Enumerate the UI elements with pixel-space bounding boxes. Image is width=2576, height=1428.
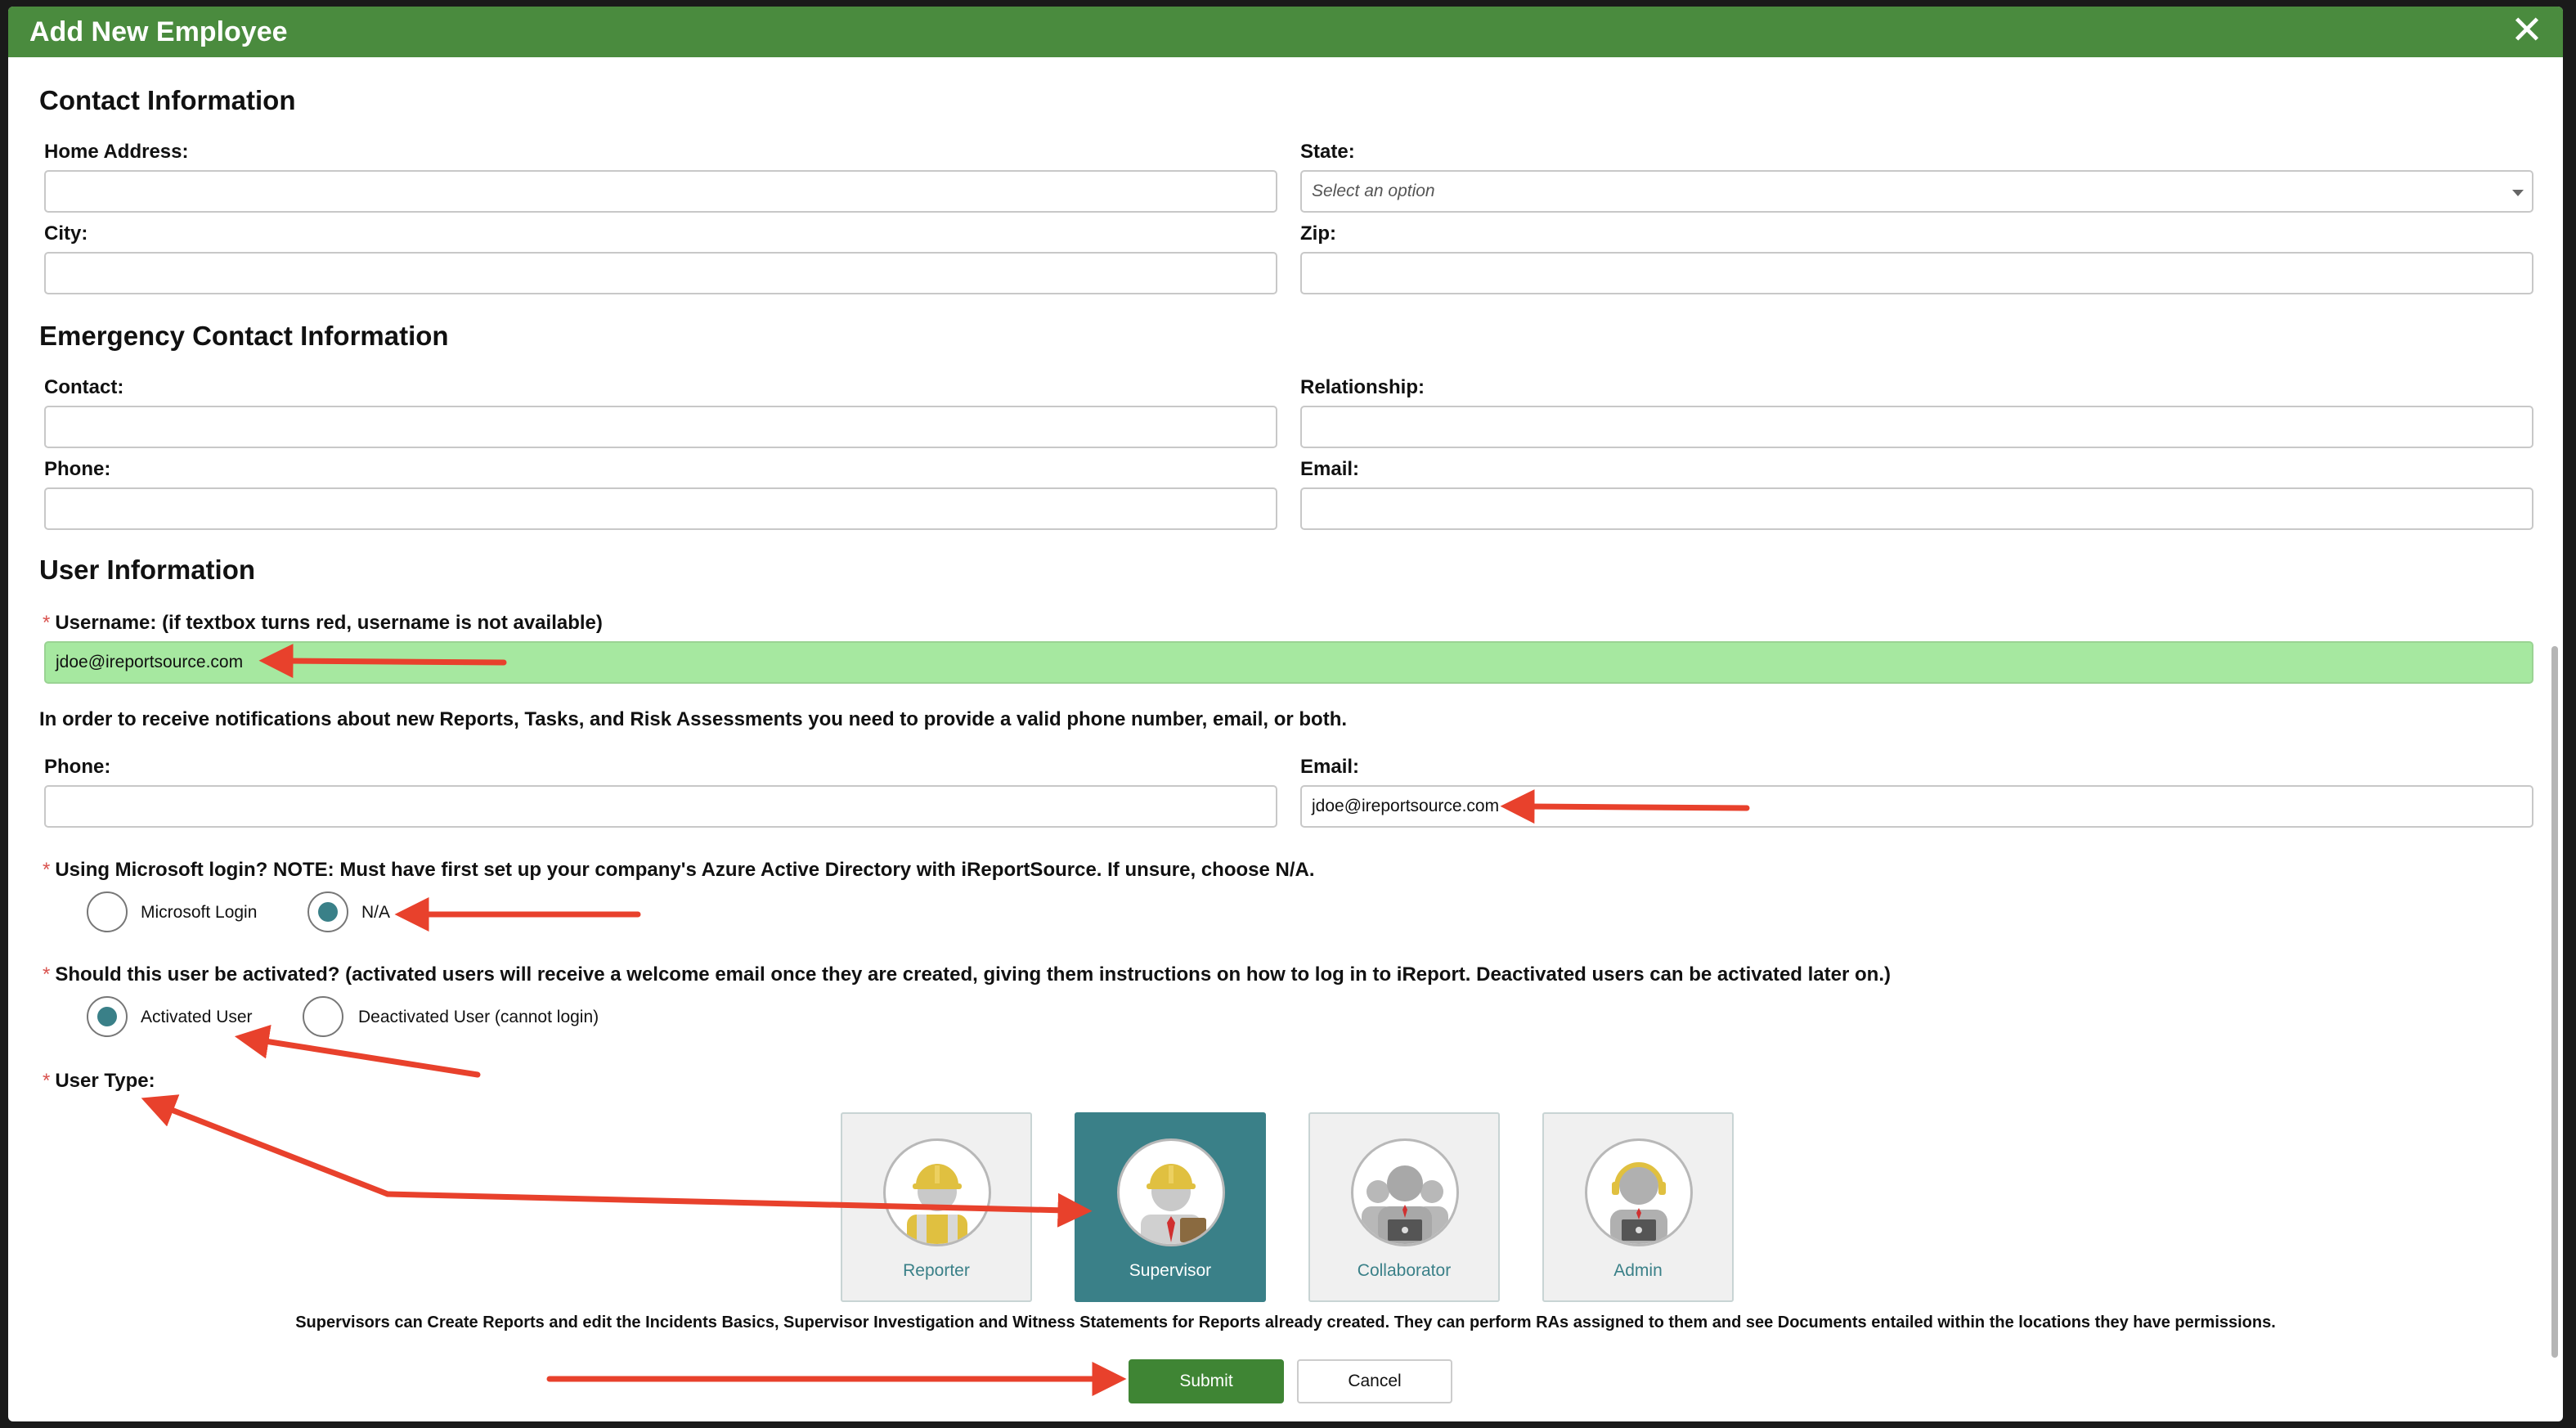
- username-label: * Username: (if textbox turns red, userna…: [43, 612, 603, 634]
- activated-user-label: Activated User: [141, 1008, 253, 1026]
- close-icon[interactable]: ✕: [2507, 11, 2547, 51]
- activated-user-radio[interactable]: [87, 996, 128, 1037]
- emergency-section-title: Emergency Contact Information: [39, 321, 449, 351]
- state-select-value: Select an option: [1312, 182, 1435, 200]
- user-type-label-collaborator: Collaborator: [1357, 1261, 1452, 1280]
- emergency-contact-input[interactable]: [44, 406, 1277, 448]
- hardhat-worker-icon: [883, 1138, 991, 1246]
- emergency-email-input[interactable]: [1300, 487, 2533, 530]
- user-email-label: Email:: [1300, 756, 1360, 778]
- dialog-title: Add New Employee: [29, 16, 288, 47]
- ms-login-radio[interactable]: [87, 891, 128, 932]
- user-type-card-reporter[interactable]: Reporter: [841, 1112, 1032, 1302]
- user-phone-input[interactable]: [44, 785, 1277, 828]
- arrow-activated: [234, 1024, 481, 1078]
- na-radio[interactable]: [307, 891, 348, 932]
- emergency-phone-label: Phone:: [44, 458, 111, 480]
- add-employee-dialog: Add New Employee ✕ Contact Information H…: [8, 7, 2563, 1421]
- submit-button[interactable]: Submit: [1129, 1359, 1284, 1403]
- user-type-description: Supervisors can Create Reports and edit …: [295, 1313, 2276, 1331]
- cancel-button[interactable]: Cancel: [1297, 1359, 1452, 1403]
- user-section-title: User Information: [39, 555, 256, 585]
- activate-label: * Should this user be activated? (activat…: [43, 963, 1891, 986]
- hardhat-supervisor-icon: [1117, 1138, 1225, 1246]
- user-email-input[interactable]: jdoe@ireportsource.com: [1300, 785, 2533, 828]
- user-type-card-collaborator[interactable]: Collaborator: [1308, 1112, 1500, 1302]
- state-select[interactable]: Select an option: [1300, 170, 2533, 213]
- relationship-label: Relationship:: [1300, 376, 1425, 398]
- headset-admin-icon: [1585, 1138, 1693, 1246]
- username-input[interactable]: jdoe@ireportsource.com: [44, 641, 2533, 684]
- state-label: State:: [1300, 141, 1355, 163]
- chevron-down-icon: [2512, 190, 2524, 196]
- dialog-titlebar: Add New Employee ✕: [8, 7, 2563, 57]
- zip-label: Zip:: [1300, 222, 1336, 245]
- deactivated-user-label: Deactivated User (cannot login): [358, 1008, 599, 1026]
- city-label: City:: [44, 222, 88, 245]
- home-address-input[interactable]: [44, 170, 1277, 213]
- user-type-card-admin[interactable]: Admin: [1542, 1112, 1734, 1302]
- user-type-label-supervisor: Supervisor: [1129, 1261, 1212, 1280]
- user-type-card-supervisor[interactable]: Supervisor: [1075, 1112, 1266, 1302]
- home-address-label: Home Address:: [44, 141, 189, 163]
- emergency-email-label: Email:: [1300, 458, 1360, 480]
- user-phone-label: Phone:: [44, 756, 111, 778]
- collaborator-group-icon: [1351, 1138, 1459, 1246]
- emergency-phone-input[interactable]: [44, 487, 1277, 530]
- city-input[interactable]: [44, 252, 1277, 294]
- na-option-label: N/A: [361, 903, 391, 922]
- user-type-label-admin: Admin: [1613, 1261, 1663, 1280]
- ms-login-option-label: Microsoft Login: [141, 903, 258, 922]
- user-type-label-reporter: Reporter: [903, 1261, 970, 1280]
- ms-login-label: * Using Microsoft login? NOTE: Must have …: [43, 859, 1315, 881]
- arrow-user-type-a: [141, 1094, 391, 1197]
- relationship-input[interactable]: [1300, 406, 2533, 448]
- user-type-label: * User Type:: [43, 1070, 155, 1092]
- notification-note: In order to receive notifications about …: [39, 708, 1348, 730]
- emergency-contact-label: Contact:: [44, 376, 124, 398]
- contact-section-title: Contact Information: [39, 85, 296, 115]
- zip-input[interactable]: [1300, 252, 2533, 294]
- deactivated-user-radio[interactable]: [303, 996, 343, 1037]
- scrollbar-thumb[interactable]: [2551, 646, 2558, 1358]
